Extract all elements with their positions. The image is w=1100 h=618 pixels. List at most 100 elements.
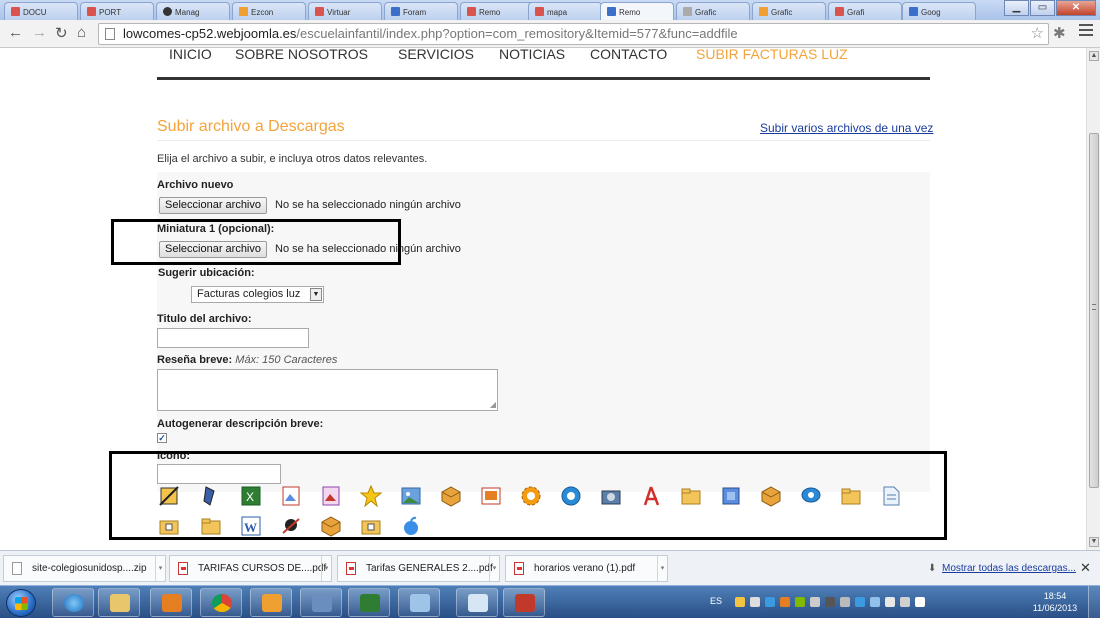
browser-tab[interactable]: Ezcon <box>232 2 306 20</box>
nav-contacto[interactable]: CONTACTO <box>590 48 667 62</box>
taskbar-network-button[interactable] <box>300 588 342 617</box>
download-item[interactable]: site-colegiosunidosp....zip ▾ <box>3 555 166 582</box>
powerpoint-icon[interactable] <box>481 487 501 505</box>
page-scrollbar[interactable]: ▲ ▼ <box>1086 48 1100 550</box>
taskbar-outlook-button[interactable] <box>250 588 292 617</box>
reload-icon[interactable]: ↻ <box>55 24 68 42</box>
show-desktop-button[interactable] <box>1088 586 1100 618</box>
document-icon[interactable] <box>883 486 900 506</box>
scroll-thumb[interactable] <box>1089 133 1099 488</box>
browser-tab[interactable]: Foram <box>384 2 458 20</box>
alert-icon[interactable] <box>780 597 790 607</box>
nav-inicio[interactable]: INICIO <box>169 48 212 62</box>
camera-icon[interactable] <box>601 490 621 505</box>
package-icon[interactable] <box>321 516 341 537</box>
antivirus-icon[interactable] <box>795 597 805 607</box>
scroll-down-icon[interactable]: ▼ <box>1089 537 1099 547</box>
nav-noticias[interactable]: NOTICIAS <box>499 48 565 62</box>
power-icon[interactable] <box>900 597 910 607</box>
browser-tab[interactable]: DOCU <box>4 2 78 20</box>
address-bar[interactable]: lowcomes-cp52.webjoomla.es/escuelainfant… <box>98 23 1049 45</box>
apple-icon[interactable] <box>404 516 418 535</box>
download-menu-arrow-icon[interactable]: ▾ <box>155 556 165 581</box>
browser-tab[interactable]: Manag <box>156 2 230 20</box>
resize-grip-icon[interactable]: ◢ <box>490 400 496 409</box>
download-item[interactable]: Tarifas GENERALES 2....pdf ▾ <box>337 555 500 582</box>
browser-tab[interactable]: mapa <box>528 2 602 20</box>
network-status-icon[interactable] <box>855 597 865 607</box>
multi-upload-link[interactable]: Subir varios archivos de una vez <box>760 121 933 135</box>
folder-zip-icon[interactable] <box>159 520 179 535</box>
acrobat-icon[interactable] <box>643 486 660 506</box>
maximize-button[interactable]: ▭ <box>1030 0 1055 16</box>
clock[interactable]: 18:54 11/06/2013 <box>1030 590 1080 614</box>
download-item[interactable]: horarios verano (1).pdf ▾ <box>505 555 668 582</box>
taskbar-media-button[interactable] <box>150 588 192 617</box>
signal-icon[interactable] <box>915 597 925 607</box>
browser-tab[interactable]: Virtuar <box>308 2 382 20</box>
minimize-button[interactable]: ▁ <box>1004 0 1029 16</box>
taskbar-chrome-button[interactable] <box>200 588 242 617</box>
mail-icon[interactable] <box>735 597 745 607</box>
gear-icon[interactable] <box>521 486 541 506</box>
word-icon[interactable]: W <box>241 516 261 536</box>
select-file-button[interactable]: Seleccionar archivo <box>159 197 267 214</box>
summary-textarea[interactable]: ◢ <box>157 369 498 411</box>
taskbar-paint-button[interactable] <box>456 588 498 617</box>
download-menu-arrow-icon[interactable]: ▾ <box>321 556 331 581</box>
taskbar-excel-button[interactable] <box>348 588 390 617</box>
volume-icon[interactable] <box>840 597 850 607</box>
star-icon[interactable] <box>359 485 383 508</box>
close-window-button[interactable]: ✕ <box>1056 0 1096 16</box>
update-icon[interactable] <box>765 597 775 607</box>
nav-subir-facturas-luz[interactable]: SUBIR FACTURAS LUZ <box>696 48 848 62</box>
archive-cube-icon[interactable] <box>722 487 740 505</box>
pencil-archive-icon[interactable] <box>159 486 179 506</box>
icon-input[interactable] <box>157 464 281 484</box>
back-arrow-icon[interactable]: ← <box>8 24 23 41</box>
browser-tab[interactable]: Goog <box>902 2 976 20</box>
download-menu-arrow-icon[interactable]: ▾ <box>489 556 499 581</box>
sync-icon[interactable] <box>870 597 880 607</box>
browser-tab[interactable]: Grafi <box>828 2 902 20</box>
package-icon[interactable] <box>761 486 781 507</box>
excel-icon[interactable]: X <box>241 486 261 506</box>
quicktime-icon[interactable] <box>561 486 581 506</box>
flag-icon[interactable] <box>885 597 895 607</box>
download-menu-arrow-icon[interactable]: ▾ <box>657 556 667 581</box>
forward-arrow-icon[interactable]: → <box>32 24 47 41</box>
start-button[interactable] <box>6 589 36 617</box>
spider-icon[interactable] <box>282 518 300 534</box>
taskbar-explorer-button[interactable] <box>98 588 140 617</box>
device-icon[interactable] <box>810 597 820 607</box>
home-icon[interactable]: ⌂ <box>77 24 86 41</box>
taskbar-filezilla-button[interactable] <box>503 588 545 617</box>
close-icon[interactable]: ✕ <box>1080 560 1091 576</box>
autogen-checkbox[interactable]: ✓ <box>157 433 167 443</box>
browser-tab[interactable]: Grafic <box>676 2 750 20</box>
scroll-up-icon[interactable]: ▲ <box>1089 51 1099 61</box>
folder-icon[interactable] <box>201 518 221 535</box>
browser-tab[interactable]: Remo <box>460 2 534 20</box>
location-select[interactable]: Facturas colegios luz ▼ <box>191 286 324 303</box>
folder-icon[interactable] <box>681 488 701 505</box>
download-item[interactable]: TARIFAS CURSOS DE....pdf ▾ <box>169 555 332 582</box>
stamp-icon[interactable] <box>203 486 215 506</box>
package-icon[interactable] <box>441 486 461 507</box>
chrome-menu-icon[interactable] <box>1079 24 1093 39</box>
taskbar-notepad-button[interactable] <box>398 588 440 617</box>
title-input[interactable] <box>157 328 309 348</box>
image-edit-purple-icon[interactable] <box>322 486 340 506</box>
browser-tab[interactable]: Grafic <box>752 2 826 20</box>
browser-tab-active[interactable]: Remo <box>600 2 674 20</box>
bookmark-star-icon[interactable]: ☆ <box>1031 24 1044 44</box>
nav-sobre-nosotros[interactable]: SOBRE NOSOTROS <box>235 48 368 62</box>
folder-zip-icon[interactable] <box>361 520 381 535</box>
extension-icon[interactable]: ✱ <box>1053 24 1066 42</box>
language-indicator[interactable]: ES <box>710 596 722 606</box>
select-thumbnail-button[interactable]: Seleccionar archivo <box>159 241 267 258</box>
show-all-downloads-link[interactable]: Mostrar todas las descargas... <box>942 563 1076 574</box>
image-edit-icon[interactable] <box>282 486 300 506</box>
printer-icon[interactable] <box>750 597 760 607</box>
folder-icon[interactable] <box>841 488 861 505</box>
